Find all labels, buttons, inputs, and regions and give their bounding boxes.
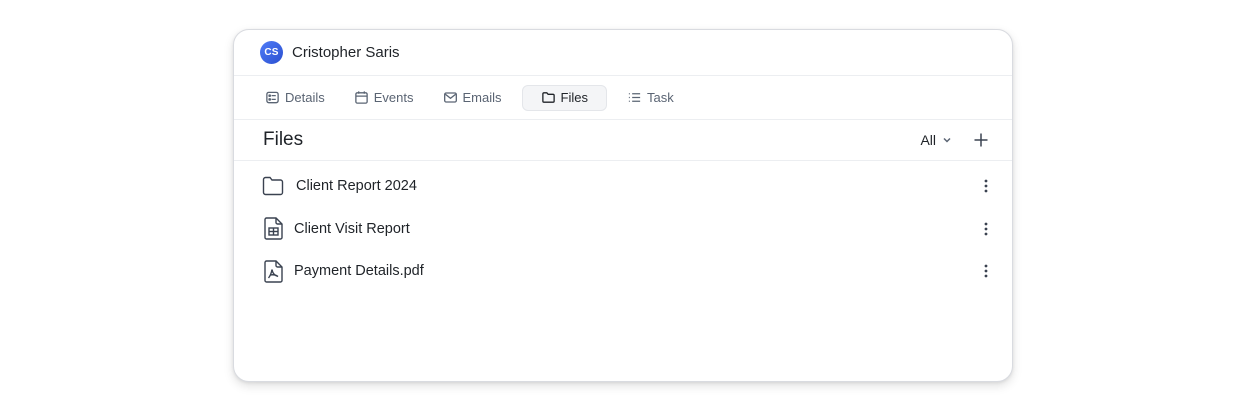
list-icon	[628, 93, 641, 102]
contact-panel: CS Cristopher Saris Details Events Email…	[233, 29, 1013, 382]
tab-files[interactable]: Files	[521, 84, 607, 111]
tab-emails[interactable]: Emails	[434, 85, 511, 111]
list-item[interactable]: Client Report 2024	[234, 165, 1012, 208]
mail-icon	[443, 92, 457, 103]
more-options-button[interactable]	[978, 219, 994, 239]
panel-header: CS Cristopher Saris	[234, 30, 1012, 76]
tab-details[interactable]: Details	[256, 85, 334, 111]
folder-icon	[262, 175, 284, 197]
calendar-icon	[354, 91, 368, 104]
tab-label: Details	[285, 90, 325, 105]
filter-dropdown[interactable]: All	[920, 132, 952, 148]
tab-events[interactable]: Events	[345, 85, 423, 111]
tab-label: Events	[373, 90, 414, 105]
avatar[interactable]: CS	[260, 41, 283, 64]
more-options-button[interactable]	[978, 176, 994, 196]
list-item[interactable]: Payment Details.pdf	[234, 250, 1012, 293]
tab-label: Emails	[462, 90, 502, 105]
section-actions: All	[920, 131, 990, 149]
more-vertical-icon	[984, 264, 988, 278]
tab-bar: Details Events Emails Files Task	[234, 76, 1012, 120]
chevron-down-icon	[943, 137, 951, 143]
file-name: Payment Details.pdf	[294, 263, 424, 280]
section-title: Files	[263, 129, 304, 150]
tab-label: Files	[560, 90, 588, 105]
tab-label: Task	[646, 90, 674, 105]
add-file-button[interactable]	[972, 131, 990, 149]
more-vertical-icon	[984, 179, 988, 193]
list-item[interactable]: Client Visit Report	[234, 208, 1012, 251]
filter-label: All	[920, 132, 936, 148]
more-options-button[interactable]	[978, 261, 994, 281]
pdf-file-icon	[262, 260, 284, 283]
more-vertical-icon	[984, 222, 988, 236]
file-name: Client Visit Report	[294, 220, 410, 237]
plus-icon	[974, 133, 988, 147]
user-name: Cristopher Saris	[292, 44, 400, 61]
file-name: Client Report 2024	[296, 178, 417, 195]
tab-task[interactable]: Task	[618, 85, 683, 111]
spreadsheet-file-icon	[262, 217, 284, 240]
folder-icon	[541, 92, 555, 103]
details-icon	[266, 91, 279, 104]
files-section-header: Files All	[234, 120, 1012, 161]
file-list: Client Report 2024 Client Visit Report P…	[234, 161, 1012, 293]
